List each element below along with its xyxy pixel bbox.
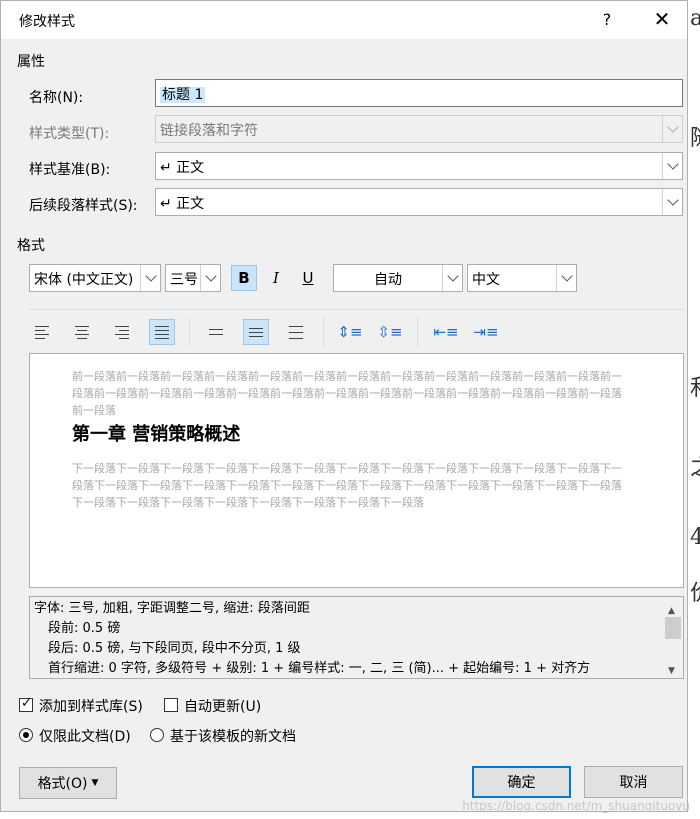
one-half-spacing-icon[interactable]	[243, 319, 269, 345]
preview-heading: 第一章 营销策略概述	[72, 424, 241, 445]
font-color-value: 自动	[374, 272, 402, 288]
dialog-title: 修改样式	[19, 14, 75, 30]
language-value: 中文	[472, 272, 500, 288]
font-select[interactable]: 宋体 (中文正文)	[29, 264, 161, 292]
divider	[323, 317, 324, 347]
add-to-gallery-label[interactable]: 添加到样式库(S)	[39, 696, 143, 716]
decrease-indent-icon[interactable]: ⇤≡	[433, 319, 459, 345]
cancel-button[interactable]: 取消	[584, 766, 683, 798]
font-size-value: 三号	[170, 272, 198, 288]
format-menu-label: 格式(O)	[37, 776, 88, 792]
language-select[interactable]: 中文	[467, 264, 577, 292]
based-on-value: ↵ 正文	[160, 160, 205, 176]
chevron-down-icon[interactable]	[442, 265, 462, 291]
align-left-icon[interactable]	[29, 319, 55, 345]
style-type-label: 样式类型(T):	[29, 126, 110, 142]
next-style-select[interactable]: ↵ 正文	[155, 188, 683, 216]
bg-char: 价	[690, 575, 700, 607]
bg-char: 4	[690, 525, 700, 550]
chevron-down-icon[interactable]	[140, 265, 160, 291]
increase-paragraph-spacing-icon[interactable]: ⇕≡	[337, 319, 363, 345]
style-preview: 前一段落前一段落前一段落前一段落前一段落前一段落前一段落前一段落前一段落前一段落…	[29, 353, 684, 588]
bg-char: a	[690, 6, 700, 31]
font-color-select[interactable]: 自动	[333, 264, 463, 292]
name-input-value: 标题 1	[160, 87, 206, 103]
italic-button[interactable]: I	[263, 265, 289, 291]
bold-button[interactable]: B	[231, 265, 257, 291]
ok-button[interactable]: 确定	[472, 766, 571, 798]
only-this-document-radio[interactable]	[19, 728, 33, 742]
decrease-paragraph-spacing-icon[interactable]: ⇳≡	[377, 319, 403, 345]
next-style-value: ↵ 正文	[160, 196, 205, 212]
add-to-gallery-checkbox[interactable]: ✓	[19, 696, 33, 712]
name-label: 名称(N):	[29, 90, 84, 106]
based-on-label: 样式基准(B):	[29, 162, 111, 178]
only-this-document-label[interactable]: 仅限此文档(D)	[39, 726, 131, 746]
bg-char: 和	[690, 370, 700, 402]
close-button[interactable]: ✕	[649, 7, 675, 31]
format-section-label: 格式	[17, 238, 45, 254]
chevron-down-icon[interactable]	[662, 153, 682, 179]
check-icon: ✓	[21, 696, 32, 711]
font-size-select[interactable]: 三号	[165, 264, 221, 292]
underline-button[interactable]: U	[295, 265, 321, 291]
description-scrollbar[interactable]: ▲ ▼	[663, 597, 683, 678]
preview-next-paragraph: 下一段落下一段落下一段落下一段落下一段落下一段落下一段落下一段落下一段落下一段落…	[72, 462, 622, 509]
help-button[interactable]: ?	[597, 10, 617, 29]
description-line: 段前: 0.5 磅	[48, 621, 121, 636]
bg-char: 随	[690, 120, 700, 152]
scroll-down-icon[interactable]: ▼	[668, 661, 675, 678]
chevron-down-icon[interactable]	[200, 265, 220, 291]
next-style-label: 后续段落样式(S):	[29, 198, 138, 214]
new-documents-radio[interactable]	[150, 728, 164, 742]
chevron-down-icon[interactable]	[662, 189, 682, 215]
auto-update-checkbox[interactable]	[164, 698, 178, 712]
style-type-value: 链接段落和字符	[160, 123, 258, 139]
format-menu-button[interactable]: 格式(O) ▼	[19, 767, 117, 799]
chevron-down-icon[interactable]	[556, 265, 576, 291]
name-input[interactable]: 标题 1	[155, 79, 683, 107]
divider	[29, 309, 684, 310]
align-justify-icon[interactable]	[149, 319, 175, 345]
single-spacing-icon[interactable]	[203, 319, 229, 345]
description-line: 首行缩进: 0 字符, 多级符号 + 级别: 1 + 编号样式: 一, 二, 三…	[48, 661, 591, 676]
dialog-titlebar: 修改样式 ? ✕	[1, 1, 687, 39]
watermark: https://blog.csdn.net/m_shuangituoyu	[462, 799, 690, 813]
increase-indent-icon[interactable]: ⇥≡	[473, 319, 499, 345]
modify-style-dialog: 修改样式 ? ✕ 属性 名称(N): 标题 1 样式类型(T): 链接段落和字符…	[0, 0, 688, 812]
chevron-down-icon	[662, 116, 682, 142]
scrollbar-thumb[interactable]	[665, 617, 681, 639]
style-description: 字体: 三号, 加粗, 字距调整二号, 缩进: 段落间距 段前: 0.5 磅 段…	[29, 596, 684, 679]
properties-section-label: 属性	[17, 54, 45, 70]
align-right-icon[interactable]	[109, 319, 135, 345]
style-type-select: 链接段落和字符	[155, 115, 683, 143]
divider	[417, 317, 418, 347]
based-on-select[interactable]: ↵ 正文	[155, 152, 683, 180]
bg-char: 之	[690, 450, 700, 482]
description-line: 段后: 0.5 磅, 与下段同页, 段中不分页, 1 级	[48, 641, 301, 656]
double-spacing-icon[interactable]	[283, 319, 309, 345]
align-center-icon[interactable]	[69, 319, 95, 345]
preview-previous-paragraph: 前一段落前一段落前一段落前一段落前一段落前一段落前一段落前一段落前一段落前一段落…	[72, 370, 622, 417]
new-documents-label[interactable]: 基于该模板的新文档	[170, 726, 296, 746]
description-line: 字体: 三号, 加粗, 字距调整二号, 缩进: 段落间距	[34, 601, 310, 616]
divider	[189, 317, 190, 347]
font-value: 宋体 (中文正文)	[34, 272, 134, 288]
caret-down-icon: ▼	[91, 778, 99, 788]
auto-update-label[interactable]: 自动更新(U)	[184, 696, 261, 716]
